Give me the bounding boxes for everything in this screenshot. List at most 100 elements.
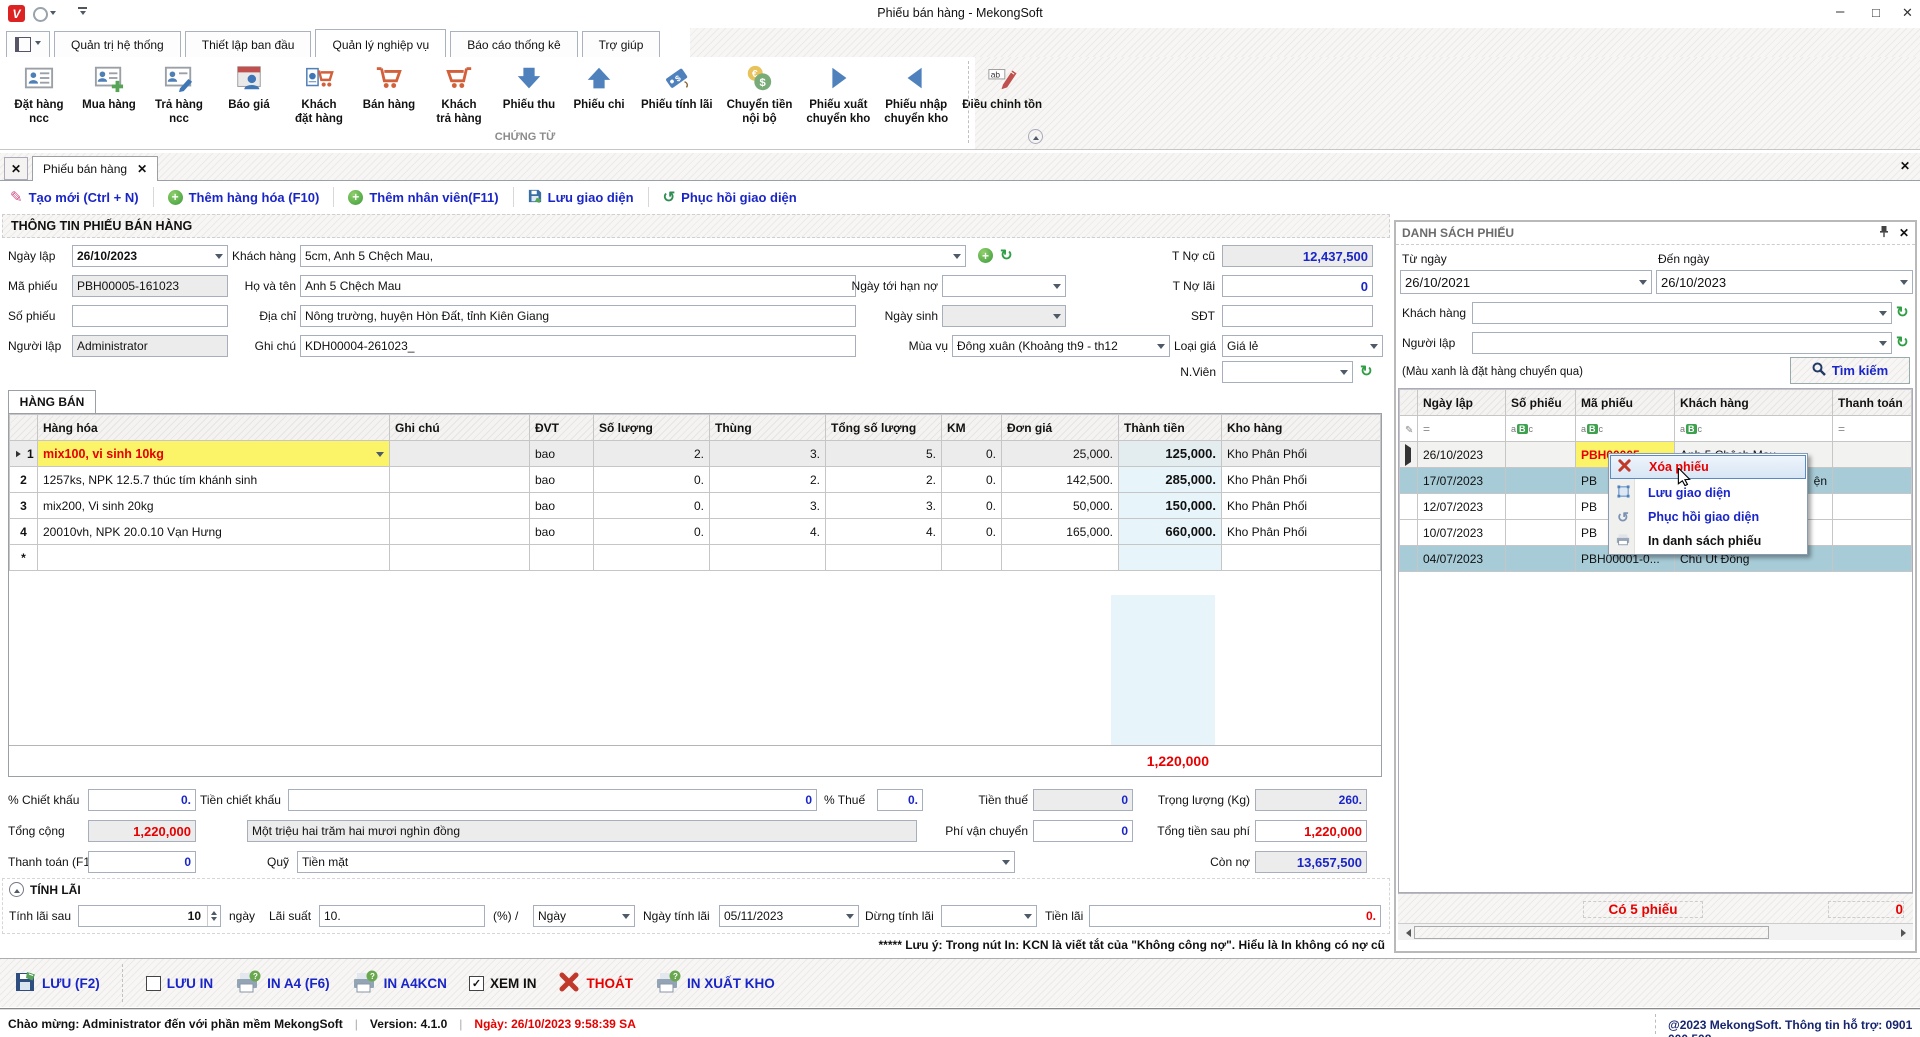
- column-header[interactable]: Ngày lập: [1418, 390, 1506, 416]
- refresh-employee-icon[interactable]: ↻: [1360, 364, 1373, 379]
- cell[interactable]: 26/10/2023: [1418, 442, 1506, 468]
- loai-gia-combo[interactable]: Giá lẻ: [1222, 335, 1383, 357]
- minimize-button[interactable]: –: [1836, 3, 1844, 20]
- ribbon-button-phieu-chi[interactable]: Phiếu chi: [564, 59, 634, 113]
- cell[interactable]: 3.: [710, 493, 826, 519]
- cell[interactable]: 0.: [594, 493, 710, 519]
- lai-suat-input[interactable]: 10.: [319, 905, 485, 927]
- save-print-checkbox[interactable]: LƯU IN: [146, 976, 213, 991]
- cell[interactable]: [1833, 442, 1912, 468]
- menu-item-print-list[interactable]: In danh sách phiếu: [1610, 529, 1806, 553]
- cell[interactable]: 660,000.: [1119, 519, 1222, 545]
- filter-cell[interactable]: =: [1833, 416, 1912, 442]
- cell[interactable]: [1833, 520, 1912, 546]
- cell[interactable]: [1506, 494, 1576, 520]
- cell[interactable]: [390, 467, 530, 493]
- action-restore-layout-button[interactable]: ↺ Phục hồi giao diện: [663, 188, 797, 206]
- column-header[interactable]: Thành tiền: [1119, 415, 1222, 441]
- sdt-input[interactable]: [1222, 305, 1373, 327]
- cell[interactable]: [1833, 546, 1912, 572]
- cell[interactable]: 0.: [594, 467, 710, 493]
- ribbon-button-chuyen-tien-noi-bo[interactable]: €$ Chuyển tiềnnội bộ: [720, 59, 800, 127]
- search-button[interactable]: Tìm kiếm: [1790, 357, 1910, 384]
- ribbon-button-tra-hang-ncc[interactable]: Trả hàngncc: [144, 59, 214, 127]
- ribbon-button-bao-gia[interactable]: Báo giá: [214, 59, 284, 113]
- ngay-tinh-lai-combo[interactable]: 05/11/2023: [719, 905, 859, 927]
- column-header[interactable]: Kho hàng: [1222, 415, 1381, 441]
- column-header[interactable]: [1400, 390, 1418, 416]
- cell[interactable]: Kho Phân Phối: [1222, 441, 1381, 467]
- khach-hang-combo[interactable]: 5cm, Anh 5 Chệch Mau,: [300, 245, 966, 267]
- refresh-customer-icon[interactable]: ↻: [1000, 248, 1013, 263]
- action-new-button[interactable]: ✎ Tạo mới (Ctrl + N): [10, 188, 139, 206]
- cell[interactable]: 17/07/2023: [1418, 468, 1506, 494]
- cell[interactable]: [594, 545, 710, 571]
- ribbon-button-mua-hang[interactable]: Mua hàng: [74, 59, 144, 113]
- ngay-toi-han-combo[interactable]: [942, 275, 1066, 297]
- doc-tab-phieu-ban-hang[interactable]: Phiếu bán hàng ✕: [32, 156, 158, 181]
- den-ngay-combo[interactable]: 26/10/2023: [1656, 270, 1913, 294]
- cell[interactable]: 3.: [826, 493, 942, 519]
- chiet-khau-pct-input[interactable]: 0.: [88, 789, 196, 811]
- cell[interactable]: 3.: [710, 441, 826, 467]
- cell[interactable]: [942, 545, 1002, 571]
- table-row[interactable]: 2 1257ks, NPK 12.5.7 thúc tím khánh sinh…: [10, 467, 1381, 493]
- cell[interactable]: [1222, 545, 1381, 571]
- ribbon-button-phieu-nhap-chuyen-kho[interactable]: Phiếu nhậpchuyển kho: [877, 59, 955, 127]
- so-phieu-input[interactable]: [72, 305, 228, 327]
- cell[interactable]: [530, 545, 594, 571]
- ngay-sinh-combo[interactable]: [942, 305, 1066, 327]
- refresh-icon[interactable]: ↻: [1896, 305, 1909, 320]
- period-combo[interactable]: Ngày: [533, 905, 635, 927]
- cell[interactable]: 4.: [710, 519, 826, 545]
- cell[interactable]: [710, 545, 826, 571]
- cell[interactable]: [390, 519, 530, 545]
- dung-tinh-lai-combo[interactable]: [941, 905, 1037, 927]
- cell[interactable]: [390, 545, 530, 571]
- cell[interactable]: [390, 493, 530, 519]
- cell[interactable]: bao: [530, 493, 594, 519]
- panel-khach-hang-combo[interactable]: [1472, 302, 1892, 324]
- ribbon-tab-tro-giup[interactable]: Trợ giúp: [582, 31, 661, 59]
- cell[interactable]: [1833, 494, 1912, 520]
- column-header[interactable]: ĐVT: [530, 415, 594, 441]
- cell[interactable]: 4.: [826, 519, 942, 545]
- cell[interactable]: mix200, Vi sinh 20kg: [38, 493, 390, 519]
- items-tab-hang-ban[interactable]: HÀNG BÁN: [8, 390, 96, 413]
- cell[interactable]: [1506, 442, 1576, 468]
- close-icon[interactable]: ✕: [137, 162, 147, 176]
- save-button[interactable]: LƯU (F2): [14, 971, 100, 996]
- filter-cell[interactable]: aBc: [1675, 416, 1833, 442]
- ribbon-tab-quan-ly-nghiep-vu[interactable]: Quản lý nghiệp vụ: [315, 29, 446, 60]
- phi-van-chuyen-input[interactable]: 0: [1033, 820, 1133, 842]
- filter-cell[interactable]: aBc: [1576, 416, 1675, 442]
- cell[interactable]: 0.: [594, 519, 710, 545]
- cell[interactable]: 50,000.: [1002, 493, 1119, 519]
- print-a4kcn-button[interactable]: ? IN A4KCN: [352, 970, 447, 997]
- cell[interactable]: Kho Phân Phối: [1222, 519, 1381, 545]
- cell[interactable]: Kho Phân Phối: [1222, 493, 1381, 519]
- ribbon-button-phieu-xuat-chuyen-kho[interactable]: Phiếu xuấtchuyển kho: [799, 59, 877, 127]
- tabs-close-right-button[interactable]: ✕: [1900, 159, 1910, 173]
- tinh-lai-sau-spinner[interactable]: 10: [78, 905, 221, 927]
- cell[interactable]: bao: [530, 441, 594, 467]
- cell[interactable]: [1506, 520, 1576, 546]
- ribbon-tab-bao-cao[interactable]: Báo cáo thống kê: [450, 31, 577, 59]
- menu-item-restore-layout[interactable]: ↺ Phục hồi giao diện: [1610, 505, 1806, 529]
- panel-scrollbar[interactable]: [1398, 923, 1913, 940]
- spinner-buttons[interactable]: [207, 906, 220, 926]
- n-vien-combo[interactable]: [1222, 361, 1353, 383]
- cell[interactable]: 2.: [594, 441, 710, 467]
- cell[interactable]: 150,000.: [1119, 493, 1222, 519]
- menu-item-save-layout[interactable]: Lưu giao diện: [1610, 481, 1806, 505]
- cell[interactable]: [1833, 468, 1912, 494]
- ribbon-button-ban-hang[interactable]: Bán hàng: [354, 59, 424, 113]
- print-a4-button[interactable]: ? IN A4 (F6): [235, 970, 330, 997]
- column-header[interactable]: Đơn giá: [1002, 415, 1119, 441]
- cell[interactable]: [38, 545, 390, 571]
- cell[interactable]: 0.: [942, 519, 1002, 545]
- cell[interactable]: 12/07/2023: [1418, 494, 1506, 520]
- column-header[interactable]: Thùng: [710, 415, 826, 441]
- cell[interactable]: [1506, 468, 1576, 494]
- column-header[interactable]: Mã phiếu: [1576, 390, 1675, 416]
